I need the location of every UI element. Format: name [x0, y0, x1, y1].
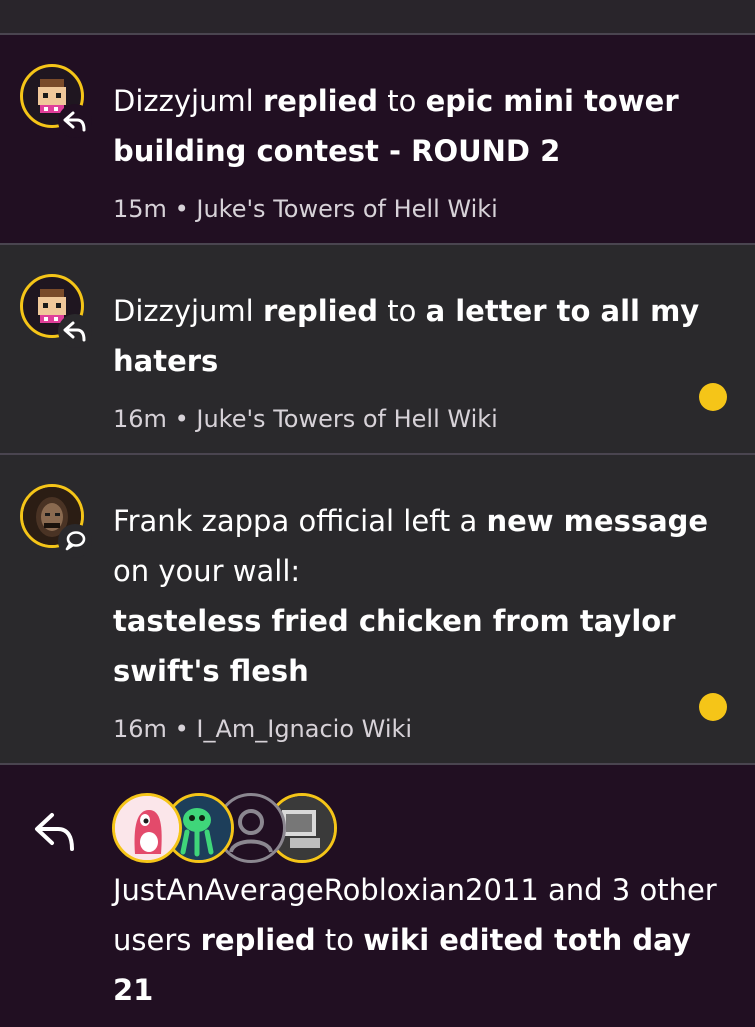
action-text: replied [200, 923, 316, 957]
wiki-name[interactable]: Juke's Towers of Hell Wiki [196, 195, 497, 223]
reply-icon [58, 104, 92, 138]
user-name[interactable]: Dizzyjuml [113, 84, 254, 118]
reply-icon [58, 314, 92, 348]
pink-creature-icon [115, 796, 179, 860]
action-text: new message [486, 504, 709, 538]
user-avatar-justanaveragerobloxian2011 [112, 793, 182, 863]
timestamp: 16m [113, 715, 167, 743]
user-name[interactable]: Frank zappa official [113, 504, 394, 538]
notification-meta: 15m • Juke's Towers of Hell Wiki [113, 194, 725, 224]
user-name[interactable]: JustAnAverageRobloxian2011 [113, 873, 539, 907]
reply-icon [32, 809, 80, 853]
message-preview[interactable]: tasteless fried chicken from taylor swif… [113, 604, 675, 688]
wiki-name[interactable]: Juke's Towers of Hell Wiki [196, 405, 497, 433]
avatar[interactable] [20, 484, 92, 558]
connector-text: to [324, 923, 354, 957]
separator: • [174, 715, 189, 743]
notification-item[interactable]: Frank zappa official left a new message … [0, 455, 755, 765]
connector-text: to [387, 294, 417, 328]
notification-text: Frank zappa official left a new message … [113, 496, 725, 696]
notification-text: Dizzyjuml replied to a letter to all my … [113, 286, 725, 386]
connector-text: to [387, 84, 417, 118]
separator: • [174, 195, 189, 223]
notification-text: Dizzyjuml replied to epic mini tower bui… [113, 76, 725, 176]
unread-indicator [699, 383, 727, 411]
action-prefix: left a [403, 504, 478, 538]
action-suffix: on your wall: [113, 554, 301, 588]
avatar[interactable] [20, 274, 92, 348]
timestamp: 16m [113, 405, 167, 433]
wiki-name[interactable]: I_Am_Ignacio Wiki [196, 715, 412, 743]
notification-item[interactable]: Dizzyjuml replied to a letter to all my … [0, 245, 755, 455]
avatar-stack[interactable] [112, 793, 337, 865]
speech-bubble-icon [58, 524, 92, 558]
avatar[interactable] [20, 64, 92, 138]
user-name[interactable]: Dizzyjuml [113, 294, 254, 328]
action-text: replied [262, 84, 379, 118]
notification-item[interactable]: Dizzyjuml replied to epic mini tower bui… [0, 35, 755, 245]
notification-meta: 16m • I_Am_Ignacio Wiki [113, 714, 725, 744]
unread-indicator [699, 693, 727, 721]
notification-meta: 16m • Juke's Towers of Hell Wiki [113, 404, 725, 434]
notification-text: JustAnAverageRobloxian2011 and 3 other u… [113, 865, 725, 1015]
timestamp: 15m [113, 195, 167, 223]
separator: • [174, 405, 189, 433]
action-text: replied [262, 294, 379, 328]
grouped-notification-item[interactable]: JustAnAverageRobloxian2011 and 3 other u… [0, 765, 755, 1027]
top-bar [0, 0, 755, 35]
